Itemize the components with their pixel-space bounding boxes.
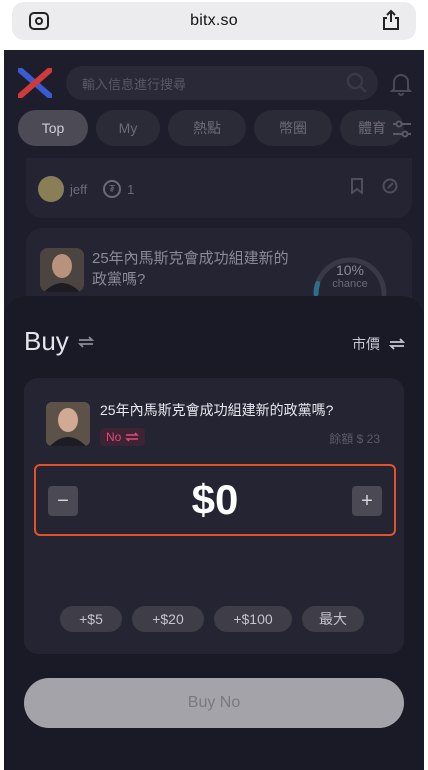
- increase-button[interactable]: +: [352, 486, 382, 516]
- top-nav: 輸入信息進行搜尋 Top My 熱點 幣圈 體育: [4, 50, 424, 158]
- screen: bitx.so 輸入信息進行搜尋 Top My 熱點 幣圈 體育 jeff ₮ …: [0, 0, 428, 770]
- quick-add-20-button[interactable]: +$20: [132, 606, 204, 632]
- order-type-toggle[interactable]: 市價: [352, 334, 406, 354]
- bookmark-icon[interactable]: [350, 178, 364, 194]
- swap-icon: [388, 338, 406, 350]
- balance: 餘額 $ 23: [329, 432, 380, 446]
- quick-add-100-button[interactable]: +$100: [214, 606, 292, 632]
- tab-top[interactable]: Top: [18, 110, 88, 146]
- amount-value[interactable]: $0: [36, 476, 394, 524]
- swap-icon[interactable]: [77, 335, 95, 349]
- chance-label: chance: [332, 278, 368, 290]
- chance-gauge: 10% chance: [310, 248, 390, 298]
- market-thumbnail: [46, 402, 90, 446]
- search-placeholder: 輸入信息進行搜尋: [82, 76, 187, 92]
- tab-hot[interactable]: 熱點: [168, 110, 246, 146]
- filter-icon[interactable]: [392, 120, 412, 138]
- buy-no-button[interactable]: Buy No: [24, 678, 404, 728]
- browser-address-bar[interactable]: bitx.so: [12, 2, 416, 40]
- max-button[interactable]: 最大: [302, 606, 364, 632]
- side-label: No: [106, 430, 122, 444]
- share-icon[interactable]: [382, 178, 398, 194]
- share-icon[interactable]: [382, 9, 400, 31]
- search-bar[interactable]: 輸入信息進行搜尋: [66, 66, 378, 100]
- coin-icon: ₮: [103, 180, 122, 198]
- bitx-logo-icon: [18, 68, 52, 98]
- bell-icon[interactable]: [390, 72, 412, 96]
- author-name: jeff: [70, 181, 88, 197]
- market-thumbnail: [40, 248, 84, 292]
- sheet-title: Buy: [24, 326, 95, 357]
- card-tools: [350, 178, 398, 194]
- tab-my[interactable]: My: [96, 110, 160, 146]
- category-tabs: Top My 熱點 幣圈 體育: [18, 110, 404, 146]
- coin-count: 1: [127, 181, 135, 197]
- amount-input-box[interactable]: − $0 +: [34, 464, 396, 536]
- market-card[interactable]: jeff ₮ 1: [26, 158, 412, 218]
- side-badge[interactable]: No: [100, 428, 146, 446]
- order-panel: 25年內馬斯克會成功組建新的政黨嗎? No 餘額 $ 23 − $0 + +$5…: [24, 378, 404, 654]
- tab-crypto[interactable]: 幣圈: [254, 110, 332, 146]
- url-text: bitx.so: [190, 12, 238, 29]
- market-question: 25年內馬斯克會成功組建新的政黨嗎?: [92, 250, 289, 288]
- quick-amounts: +$5 +$20 +$100 最大: [60, 606, 364, 632]
- order-type-label: 市價: [352, 336, 380, 352]
- quick-add-5-button[interactable]: +$5: [60, 606, 122, 632]
- chance-percent: 10%: [335, 262, 365, 278]
- search-icon[interactable]: [346, 72, 368, 94]
- card-author: jeff ₮ 1: [38, 176, 134, 202]
- page-menu-icon[interactable]: [28, 11, 50, 31]
- buy-title: Buy: [24, 326, 69, 356]
- swap-icon: [125, 432, 140, 442]
- avatar: [38, 176, 64, 202]
- market-question: 25年內馬斯克會成功組建新的政黨嗎?: [100, 402, 334, 418]
- buy-sheet: Buy 市價 25年內馬斯克會成功組建新的政黨嗎? No 餘額 $ 23 − $…: [4, 296, 424, 770]
